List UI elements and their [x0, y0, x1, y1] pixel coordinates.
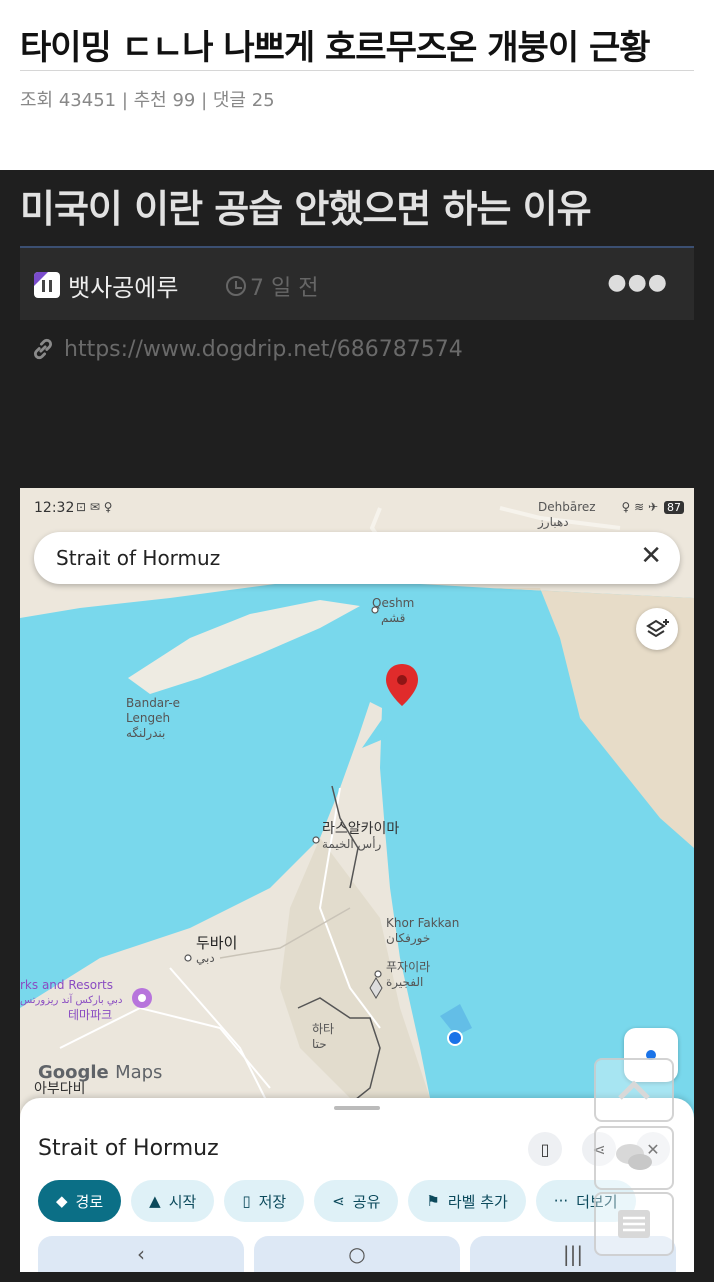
flag-icon: ⚑: [426, 1192, 440, 1210]
sheet-place-title: Strait of Hormuz: [38, 1136, 219, 1161]
search-query[interactable]: Strait of Hormuz: [56, 546, 220, 570]
post-time: 7 일 전: [226, 270, 318, 302]
map-screenshot: 12:32 ⊡ ✉ ♀ ♀ ≋ ✈ 87 Dehbārez دهبارز Stra…: [20, 488, 694, 1272]
bookmark-icon[interactable]: ▯: [528, 1132, 562, 1166]
source-link[interactable]: https://www.dogdrip.net/686787574: [30, 336, 463, 362]
home-nav-button[interactable]: ○: [254, 1236, 460, 1272]
android-nav-bar: ‹ ○ |||: [38, 1236, 676, 1272]
title-divider: [20, 70, 694, 71]
save-button[interactable]: ▯ 저장: [224, 1180, 305, 1222]
ellipsis-icon: ···: [553, 1192, 569, 1210]
status-notification-icons: ⊡ ✉ ♀: [76, 500, 113, 514]
post-meta: 조회 43451 | 추천 99 | 댓글 25: [20, 90, 275, 111]
place-qeshm: Qeshm قشم: [372, 596, 415, 625]
list-button[interactable]: [594, 1192, 674, 1256]
clock-icon: [226, 276, 246, 296]
screenshot-heading: 미국이 이란 공습 안했으면 하는 이유: [20, 187, 592, 231]
add-label-button[interactable]: ⚑ 라벨 추가: [408, 1180, 526, 1222]
signal-icons: ♀ ≋ ✈: [621, 500, 658, 514]
battery-icon: 87: [664, 500, 684, 514]
post-header: 타이밍 ㄷㄴ나 나쁘게 호르무즈온 개붕이 근황 조회 43451 | 추천 9…: [0, 0, 714, 170]
directions-icon: ◆: [56, 1192, 68, 1210]
chevron-up-icon: [618, 1080, 650, 1100]
place-hatta: 하타 حتا: [312, 1022, 335, 1051]
more-options-icon[interactable]: ●●●: [607, 270, 668, 295]
link-url[interactable]: https://www.dogdrip.net/686787574: [64, 337, 463, 362]
status-right-icons: ♀ ≋ ✈ 87: [621, 500, 684, 514]
back-nav-button[interactable]: ‹: [38, 1236, 244, 1272]
status-time: 12:32: [34, 500, 75, 516]
start-button[interactable]: ▲ 시작: [131, 1180, 215, 1222]
list-icon: [618, 1210, 650, 1238]
directions-button[interactable]: ◆ 경로: [38, 1180, 122, 1222]
google-maps-logo: Google Maps: [38, 1062, 163, 1083]
author-avatar-icon: [34, 272, 60, 298]
place-dehbarez: Dehbārez دهبارز: [538, 500, 596, 529]
place-khor-fakkan: Khor Fakkan خورفكان: [386, 916, 460, 945]
time-ago: 7 일 전: [250, 276, 319, 301]
layers-icon: [646, 619, 669, 638]
close-icon[interactable]: ✕: [640, 541, 662, 571]
scroll-top-button[interactable]: [594, 1058, 674, 1122]
sheet-drag-handle[interactable]: [334, 1106, 380, 1110]
author-bar: 뱃사공에루 7 일 전 ●●●: [20, 246, 694, 320]
action-chips: ◆ 경로 ▲ 시작 ▯ 저장 ⋖ 공유 ⚑ 라벨 추가 ··· 더보기: [38, 1180, 636, 1222]
map-search-box[interactable]: Strait of Hormuz ✕: [34, 532, 680, 584]
place-dubai-parks: rks and Resorts دبي باركس آند ريزورتس 테마…: [20, 978, 123, 1022]
place-ras-al-khaimah: 라스알카이마 رأس الخيمة: [322, 821, 400, 852]
place-abu-dhabi: 아부다비: [34, 1081, 86, 1097]
share-button[interactable]: ⋖ 공유: [314, 1180, 399, 1222]
bookmark-outline-icon: ▯: [242, 1192, 251, 1210]
comments-button[interactable]: [594, 1126, 674, 1190]
embedded-screenshot: 미국이 이란 공습 안했으면 하는 이유 뱃사공에루 7 일 전 ●●● htt…: [0, 170, 714, 1282]
place-bandar-lengeh: Bandar-e Lengeh بندرلنگه: [126, 696, 181, 740]
layers-button[interactable]: [636, 608, 678, 650]
navigation-arrow-icon: ▲: [149, 1192, 161, 1210]
my-location-dot: [447, 1030, 463, 1046]
place-bottom-sheet: Strait of Hormuz ▯ ⋖ ✕ ◆ 경로 ▲ 시작 ▯ 저장 ⋖ 공유 ⚑…: [20, 1098, 694, 1272]
share-chip-icon: ⋖: [332, 1192, 345, 1210]
place-dubai: 두바이 دبي: [196, 934, 238, 966]
comment-bubble-icon: [616, 1144, 652, 1170]
link-icon: [33, 338, 53, 360]
author-name[interactable]: 뱃사공에루: [68, 268, 178, 303]
place-fujairah: 푸자이라 الفجيرة: [386, 960, 431, 989]
post-title: 타이밍 ㄷㄴ나 나쁘게 호르무즈온 개붕이 근황: [20, 28, 651, 68]
